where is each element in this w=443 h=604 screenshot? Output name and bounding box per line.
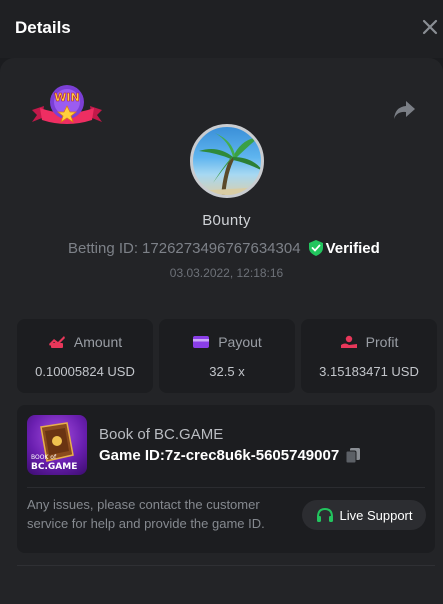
betting-id-value: 1726273496767634304 bbox=[142, 239, 301, 257]
dialog-title: Details bbox=[15, 18, 71, 37]
stat-profit: Profit 3.15183471 USD bbox=[301, 319, 437, 393]
betting-id-row: Betting ID: 1726273496767634304 Verified bbox=[68, 238, 380, 258]
game-id-row: Game ID: 7z-crec8u6k-5605749007 bbox=[99, 447, 361, 464]
verified-label: Verified bbox=[325, 239, 380, 257]
coins-icon bbox=[48, 336, 65, 348]
dialog-header: Details bbox=[0, 0, 443, 58]
stat-amount-label: Amount bbox=[73, 334, 123, 350]
stat-profit-label: Profit bbox=[365, 334, 399, 350]
win-badge-text: WIN bbox=[54, 91, 79, 104]
headset-icon bbox=[316, 507, 333, 522]
game-thumbnail[interactable]: BOOK of BC.GAME bbox=[27, 415, 87, 475]
book-icon: BOOK of BC.GAME bbox=[31, 422, 77, 472]
win-badge: WIN bbox=[32, 85, 102, 124]
stat-profit-value: 3.15183471 USD bbox=[319, 364, 419, 379]
betting-id-label: Betting ID: bbox=[68, 239, 139, 257]
stat-payout-label: Payout bbox=[218, 334, 262, 350]
divider bbox=[27, 487, 425, 488]
game-thumb-text: BC.GAME bbox=[31, 462, 77, 472]
shield-check-icon bbox=[308, 240, 323, 256]
card-icon bbox=[193, 336, 210, 348]
game-name[interactable]: Book of BC.GAME bbox=[99, 426, 223, 443]
close-icon[interactable] bbox=[421, 18, 439, 36]
live-support-button[interactable]: Live Support bbox=[302, 500, 426, 530]
live-support-label: Live Support bbox=[339, 507, 413, 523]
avatar bbox=[190, 124, 264, 198]
stat-payout-value: 32.5 x bbox=[209, 364, 245, 379]
support-notice: Any issues, please contact the customer … bbox=[27, 497, 265, 531]
game-thumb-subtext: BOOK of bbox=[31, 454, 57, 461]
profit-hand-icon bbox=[340, 335, 357, 348]
copy-icon[interactable] bbox=[345, 447, 361, 464]
bet-timestamp: 03.03.2022, 12:18:16 bbox=[169, 266, 284, 280]
game-id-value: 7z-crec8u6k-5605749007 bbox=[164, 447, 340, 464]
share-icon[interactable] bbox=[392, 99, 416, 121]
bottom-divider bbox=[17, 565, 435, 566]
stat-payout: Payout 32.5 x bbox=[159, 319, 295, 393]
game-id-label: Game ID: bbox=[99, 447, 165, 464]
stat-amount: Amount 0.10005824 USD bbox=[17, 319, 153, 393]
username: B0unty bbox=[202, 212, 251, 229]
game-card: BOOK of BC.GAME Book of BC.GAME Game ID:… bbox=[17, 405, 435, 553]
stat-amount-value: 0.10005824 USD bbox=[35, 364, 135, 379]
